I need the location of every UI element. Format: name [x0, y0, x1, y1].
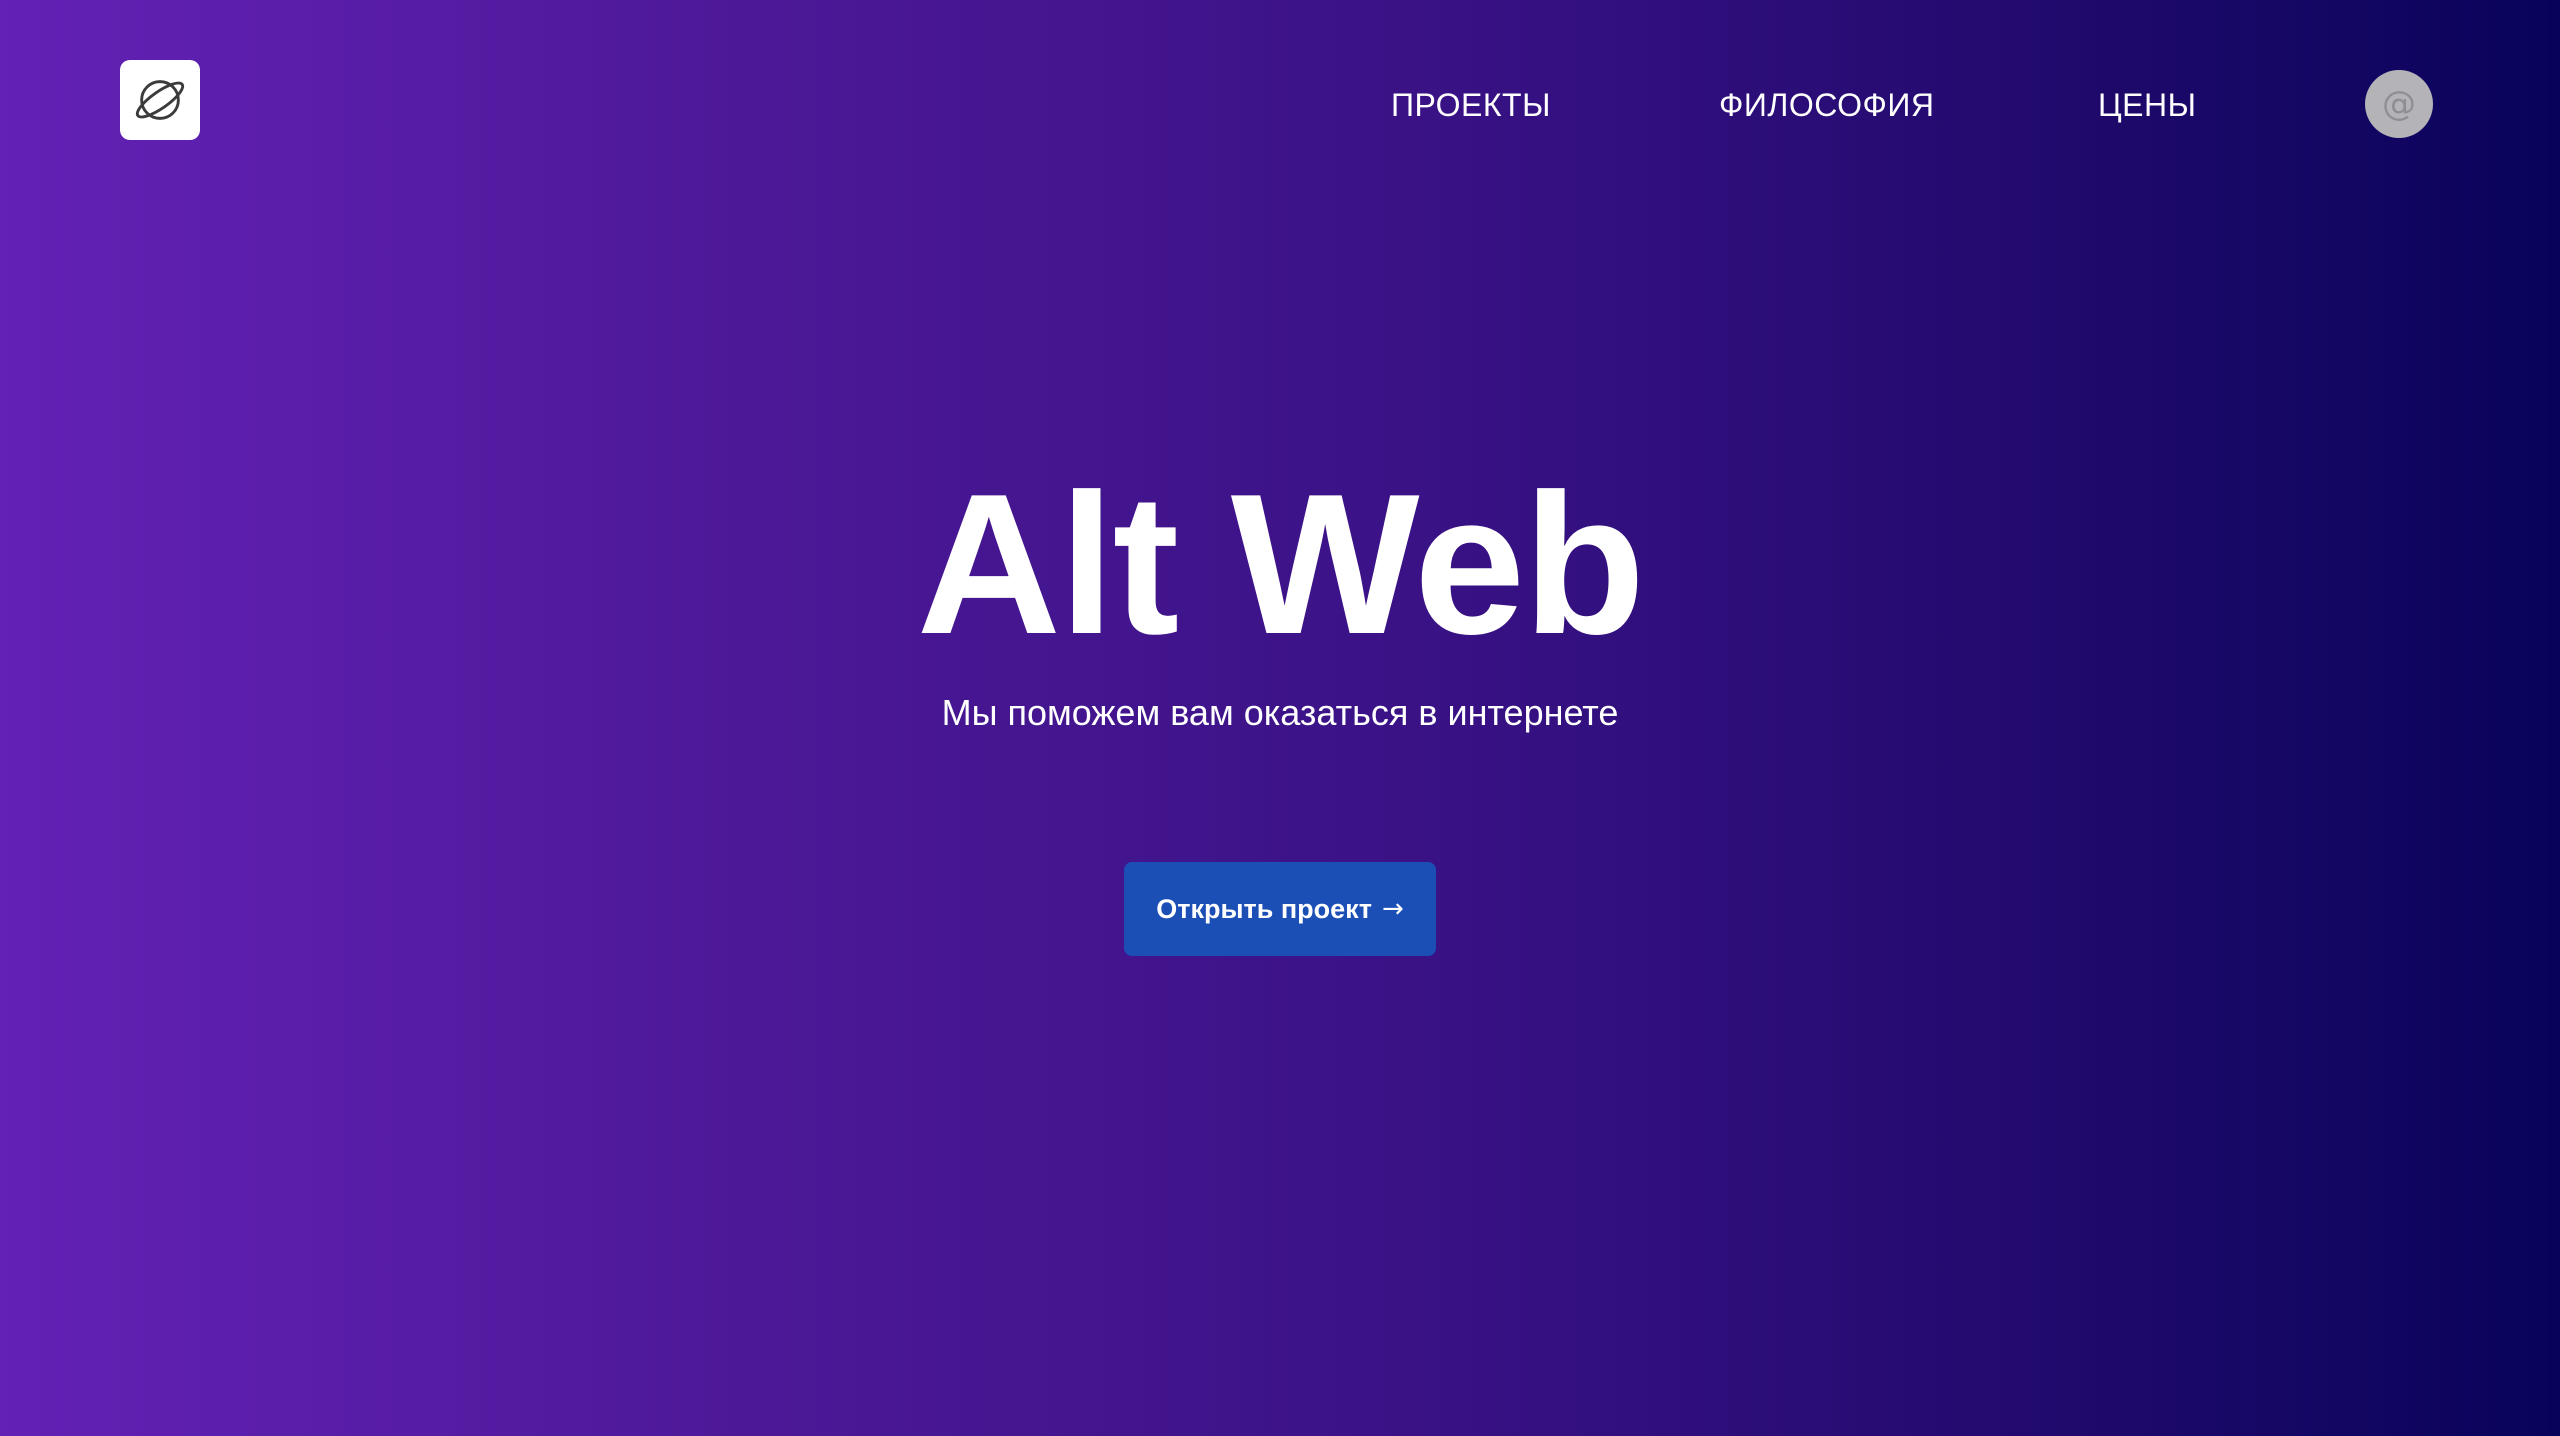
hero-title: Alt Web: [916, 453, 1646, 676]
planet-icon: [135, 80, 185, 120]
contact-button[interactable]: @: [2365, 70, 2433, 138]
open-project-label: Открыть проект: [1156, 893, 1372, 924]
logo-link[interactable]: [120, 60, 200, 140]
at-sign-icon: @: [2382, 84, 2416, 124]
hero-subtitle: Мы поможем вам оказаться в интернете: [941, 692, 1619, 733]
arrow-right-icon: →: [1381, 894, 1404, 924]
landing-page: ПРОЕКТЫ ФИЛОСОФИЯ ЦЕНЫ @ Alt Web Мы помо…: [0, 0, 2560, 1436]
open-project-button[interactable]: Открыть проект →: [1124, 862, 1436, 956]
nav-philosophy[interactable]: ФИЛОСОФИЯ: [1719, 80, 1934, 130]
nav-prices[interactable]: ЦЕНЫ: [2098, 80, 2196, 130]
nav-projects[interactable]: ПРОЕКТЫ: [1391, 80, 1551, 130]
